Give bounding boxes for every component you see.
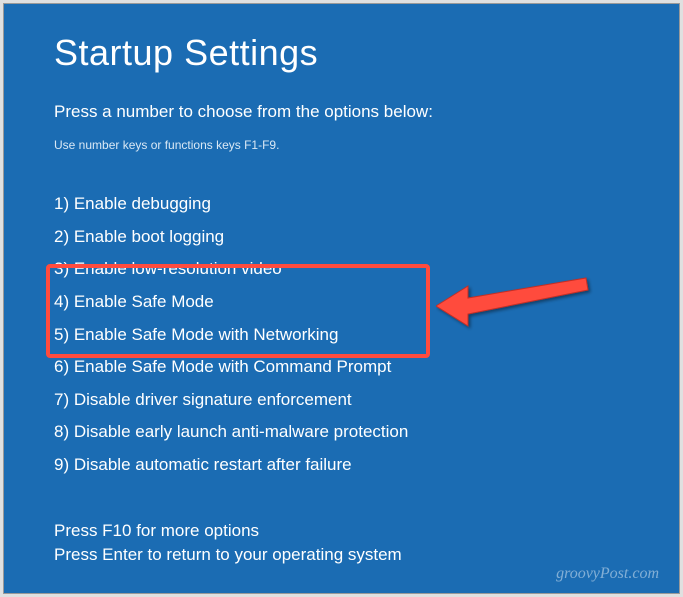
option-8[interactable]: 8) Disable early launch anti-malware pro…	[54, 420, 629, 445]
option-4[interactable]: 4) Enable Safe Mode	[54, 290, 629, 315]
option-2[interactable]: 2) Enable boot logging	[54, 225, 629, 250]
footer-more: Press F10 for more options	[54, 521, 402, 541]
option-3[interactable]: 3) Enable low-resolution video	[54, 257, 629, 282]
page-title: Startup Settings	[54, 32, 629, 74]
watermark: groovyPost.com	[556, 565, 659, 583]
option-7[interactable]: 7) Disable driver signature enforcement	[54, 388, 629, 413]
options-list: 1) Enable debugging 2) Enable boot loggi…	[54, 192, 629, 478]
footer-hints: Press F10 for more options Press Enter t…	[54, 517, 402, 565]
startup-settings-screen: Startup Settings Press a number to choos…	[3, 3, 680, 594]
footer-return: Press Enter to return to your operating …	[54, 545, 402, 565]
option-9[interactable]: 9) Disable automatic restart after failu…	[54, 453, 629, 478]
instruction-text: Use number keys or functions keys F1-F9.	[54, 138, 629, 152]
subtitle-text: Press a number to choose from the option…	[54, 102, 629, 122]
option-6[interactable]: 6) Enable Safe Mode with Command Prompt	[54, 355, 629, 380]
option-5[interactable]: 5) Enable Safe Mode with Networking	[54, 323, 629, 348]
option-1[interactable]: 1) Enable debugging	[54, 192, 629, 217]
